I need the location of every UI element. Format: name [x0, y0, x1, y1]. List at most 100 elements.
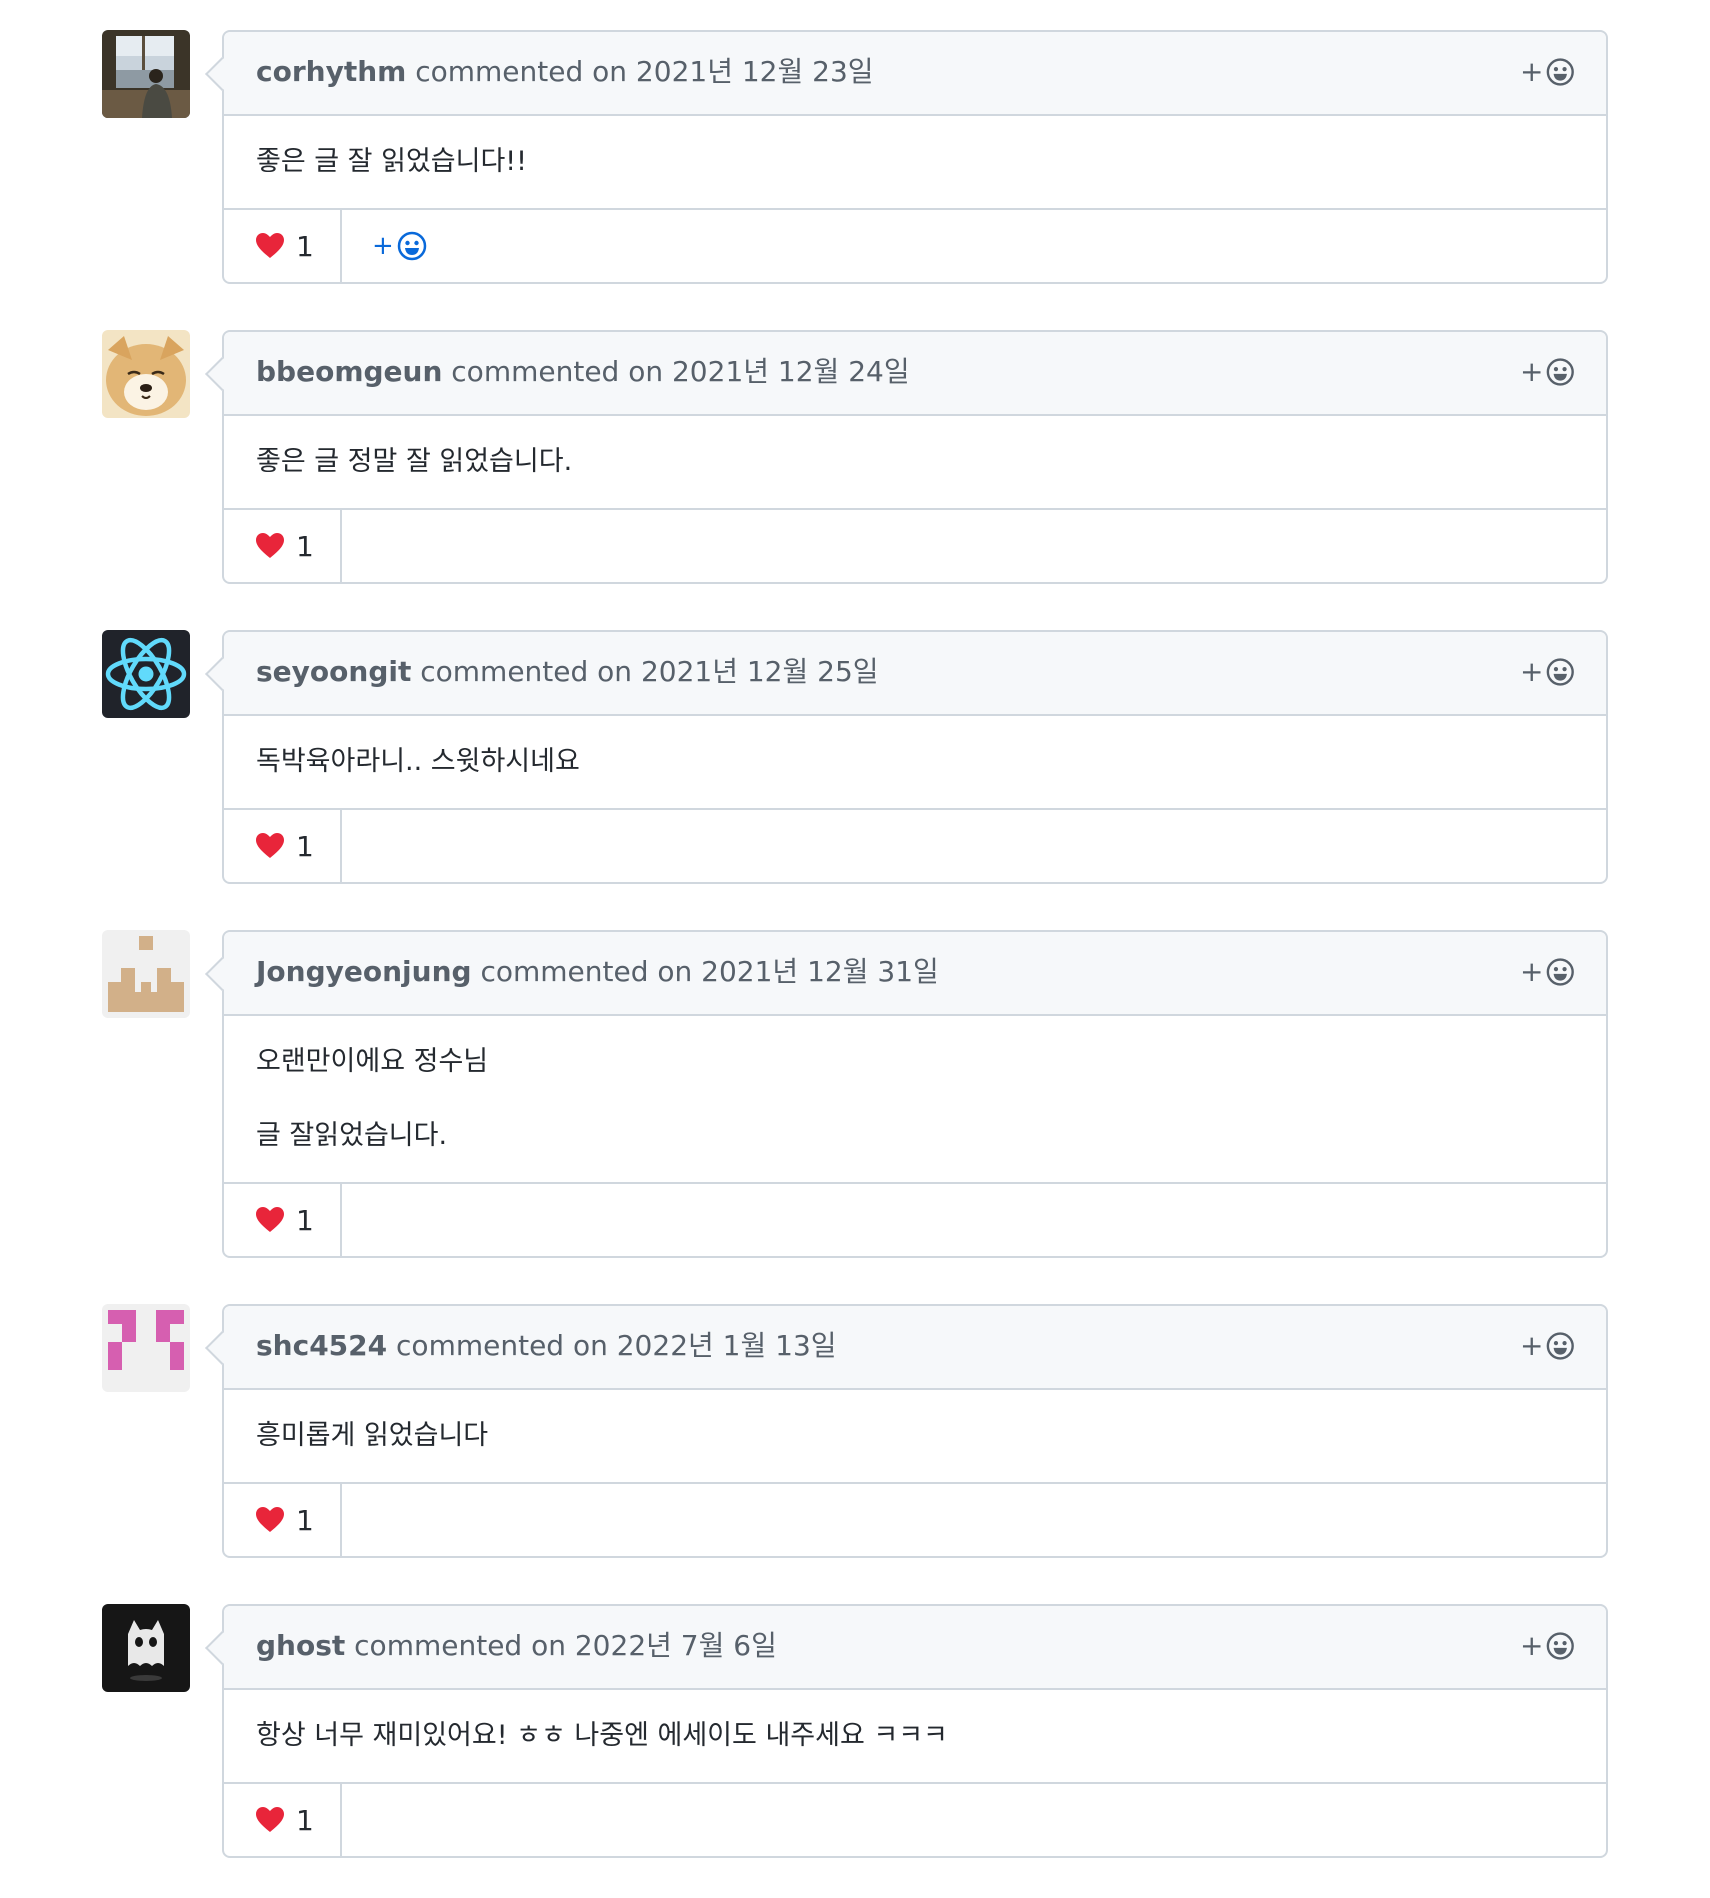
comment-header: bbeomgeun commented on 2021년 12월 24일 +	[224, 332, 1606, 416]
reactions-bar: 1 +	[224, 210, 1606, 282]
comment-meta: commented on 2021년 12월 31일	[471, 955, 939, 988]
heart-icon	[256, 1207, 284, 1232]
author-link[interactable]: Jongyeonjung	[256, 955, 472, 988]
author-link[interactable]: seyoongit	[256, 655, 411, 688]
smiley-icon	[1547, 658, 1575, 686]
comment-box: seyoongit commented on 2021년 12월 25일 + 독…	[222, 630, 1608, 884]
reaction-count: 1	[296, 529, 314, 563]
add-reaction-button[interactable]: +	[1520, 1628, 1576, 1664]
avatar-photo-shiba-dog	[102, 330, 190, 418]
reaction-heart-button[interactable]: 1	[224, 1484, 342, 1556]
comment-body: 좋은 글 정말 잘 읽었습니다.	[224, 416, 1606, 510]
add-reaction-button[interactable]: +	[1520, 354, 1576, 390]
comment-header: shc4524 commented on 2022년 1월 13일 +	[224, 1306, 1606, 1390]
comment-box: corhythm commented on 2021년 12월 23일 + 좋은…	[222, 30, 1608, 284]
plus-icon: +	[1520, 955, 1544, 988]
avatar-identicon-tan	[102, 930, 190, 1018]
comment-box: ghost commented on 2022년 7월 6일 + 항상 너무 재…	[222, 1604, 1608, 1858]
avatar-react-logo	[102, 630, 190, 718]
avatar[interactable]	[102, 930, 190, 1018]
add-reaction-inline-button[interactable]: +	[342, 210, 428, 282]
comment-meta: commented on 2022년 1월 13일	[387, 1329, 837, 1362]
comment-meta: commented on 2021년 12월 23일	[406, 55, 874, 88]
author-link[interactable]: corhythm	[256, 55, 406, 88]
comment-box: shc4524 commented on 2022년 1월 13일 + 흥미롭게…	[222, 1304, 1608, 1558]
avatar-ghost-octocat	[102, 1604, 190, 1692]
comment-header-text: seyoongit commented on 2021년 12월 25일	[256, 654, 879, 690]
plus-icon: +	[1520, 55, 1544, 88]
comment-body: 오랜만이에요 정수님 글 잘읽었습니다.	[224, 1016, 1606, 1184]
author-link[interactable]: ghost	[256, 1629, 345, 1662]
reaction-count: 1	[296, 1203, 314, 1237]
add-reaction-button[interactable]: +	[1520, 654, 1576, 690]
reaction-count: 1	[296, 1803, 314, 1837]
smiley-icon	[1547, 1332, 1575, 1360]
reactions-bar: 1	[224, 810, 1606, 882]
reactions-bar: 1	[224, 1184, 1606, 1256]
avatar[interactable]	[102, 1304, 190, 1392]
plus-icon: +	[1520, 355, 1544, 388]
comment-header-text: corhythm commented on 2021년 12월 23일	[256, 54, 874, 90]
comment-header: ghost commented on 2022년 7월 6일 +	[224, 1606, 1606, 1690]
reaction-heart-button[interactable]: 1	[224, 810, 342, 882]
reaction-heart-button[interactable]: 1	[224, 1184, 342, 1256]
reaction-count: 1	[296, 829, 314, 863]
comment-body: 항상 너무 재미있어요! ㅎㅎ 나중엔 에세이도 내주세요 ㅋㅋㅋ	[224, 1690, 1606, 1784]
reaction-count: 1	[296, 229, 314, 263]
reactions-bar: 1	[224, 510, 1606, 582]
reaction-heart-button[interactable]: 1	[224, 1784, 342, 1856]
smiley-icon	[1547, 358, 1575, 386]
comment-paragraph: 흥미롭게 읽었습니다	[256, 1420, 489, 1451]
smiley-icon	[1547, 58, 1575, 86]
comment-paragraph: 독박육아라니.. 스윗하시네요	[256, 746, 580, 777]
comment-paragraph: 오랜만이에요 정수님	[256, 1046, 489, 1077]
smiley-icon	[397, 231, 427, 261]
comment-paragraph: 좋은 글 정말 잘 읽었습니다.	[256, 446, 573, 477]
reaction-heart-button[interactable]: 1	[224, 510, 342, 582]
avatar[interactable]	[102, 1604, 190, 1692]
comment-header: corhythm commented on 2021년 12월 23일 +	[224, 32, 1606, 116]
plus-icon: +	[1520, 655, 1544, 688]
comment-meta: commented on 2022년 7월 6일	[345, 1629, 777, 1662]
comment-box: bbeomgeun commented on 2021년 12월 24일 + 좋…	[222, 330, 1608, 584]
reaction-count: 1	[296, 1503, 314, 1537]
plus-icon: +	[1520, 1329, 1544, 1362]
comment-header-text: Jongyeonjung commented on 2021년 12월 31일	[256, 954, 939, 990]
comment-paragraph: 좋은 글 잘 읽었습니다!!	[256, 146, 527, 177]
author-link[interactable]: bbeomgeun	[256, 355, 442, 388]
add-reaction-button[interactable]: +	[1520, 954, 1576, 990]
comment-paragraph: 글 잘읽었습니다.	[256, 1120, 448, 1151]
comment-paragraph: 항상 너무 재미있어요! ㅎㅎ 나중엔 에세이도 내주세요 ㅋㅋㅋ	[256, 1720, 948, 1751]
plus-icon: +	[372, 231, 394, 261]
heart-icon	[256, 533, 284, 558]
heart-icon	[256, 1507, 284, 1532]
smiley-icon	[1547, 1632, 1575, 1660]
heart-icon	[256, 233, 284, 258]
author-link[interactable]: shc4524	[256, 1329, 387, 1362]
reactions-bar: 1	[224, 1484, 1606, 1556]
comment-header: Jongyeonjung commented on 2021년 12월 31일 …	[224, 932, 1606, 1016]
comment-header-text: bbeomgeun commented on 2021년 12월 24일	[256, 354, 910, 390]
avatar[interactable]	[102, 630, 190, 718]
reactions-bar: 1	[224, 1784, 1606, 1856]
avatar-identicon-pink	[102, 1304, 190, 1392]
comment-body: 흥미롭게 읽었습니다	[224, 1390, 1606, 1484]
comment-header-text: shc4524 commented on 2022년 1월 13일	[256, 1328, 837, 1364]
comment-meta: commented on 2021년 12월 25일	[411, 655, 879, 688]
heart-icon	[256, 1807, 284, 1832]
reaction-heart-button[interactable]: 1	[224, 210, 342, 282]
heart-icon	[256, 833, 284, 858]
comment-body: 좋은 글 잘 읽었습니다!!	[224, 116, 1606, 210]
plus-icon: +	[1520, 1629, 1544, 1662]
add-reaction-button[interactable]: +	[1520, 1328, 1576, 1364]
comment-meta: commented on 2021년 12월 24일	[442, 355, 910, 388]
avatar[interactable]	[102, 330, 190, 418]
avatar[interactable]	[102, 30, 190, 118]
comment-body: 독박육아라니.. 스윗하시네요	[224, 716, 1606, 810]
comment-header-text: ghost commented on 2022년 7월 6일	[256, 1628, 777, 1664]
comment-box: Jongyeonjung commented on 2021년 12월 31일 …	[222, 930, 1608, 1258]
comment-header: seyoongit commented on 2021년 12월 25일 +	[224, 632, 1606, 716]
avatar-photo-person-at-window	[102, 30, 190, 118]
smiley-icon	[1547, 958, 1575, 986]
add-reaction-button[interactable]: +	[1520, 54, 1576, 90]
